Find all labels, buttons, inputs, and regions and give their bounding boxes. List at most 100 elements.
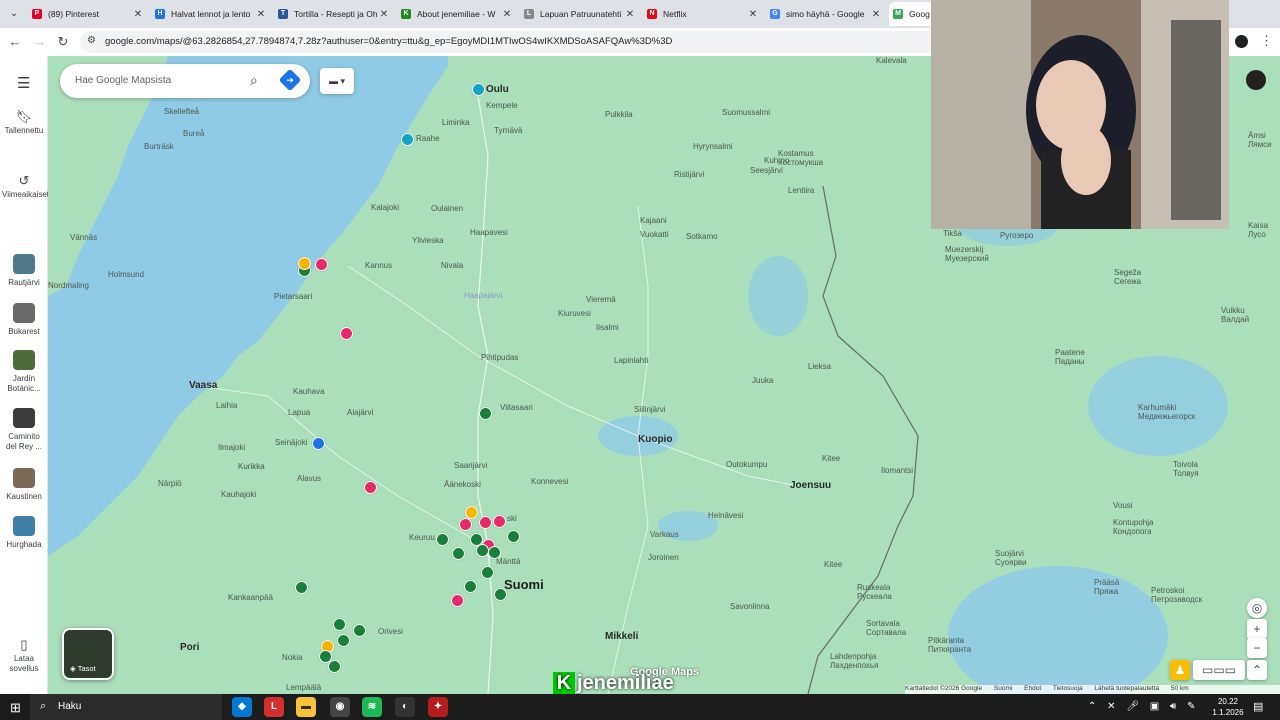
directions-icon[interactable]: ➜ [278, 68, 302, 92]
spotify-icon[interactable]: ≋ [362, 697, 382, 717]
menu-icon[interactable]: ☰ [17, 74, 30, 92]
starred-place-pin[interactable] [465, 506, 478, 519]
street-view-pegman-icon[interactable]: ♟ [1170, 660, 1190, 680]
download-app-button[interactable]: ▯ Lataa sovellus [2, 638, 46, 674]
place-label: Haapajärvi [464, 291, 503, 300]
zoom-in-button[interactable]: + [1247, 619, 1267, 639]
tab-kick[interactable]: K About jenemiliae - W ✕ [397, 2, 517, 26]
saved-place-pin[interactable] [507, 530, 520, 543]
recent-place-rautjarvi[interactable]: Rautjärvi [2, 254, 46, 288]
favorite-place-pin[interactable] [315, 258, 328, 271]
saved-place-pin[interactable] [328, 660, 341, 673]
notifications-icon[interactable]: ▤ [1253, 700, 1263, 713]
privacy-link[interactable]: Tietosuoja [1053, 685, 1083, 692]
close-icon[interactable]: ✕ [255, 9, 267, 20]
recent-place-caminito[interactable]: Caminito del Rey ... [2, 408, 46, 452]
close-icon[interactable]: ✕ [501, 9, 513, 20]
site-info-icon[interactable]: ⚙ [87, 35, 96, 46]
tab-tortilla[interactable]: T Tortilla - Resepti ja Oh ✕ [274, 2, 394, 26]
scale-bar[interactable]: 50 km [1171, 685, 1189, 692]
place-label: Haapavesi [470, 228, 508, 237]
browser-menu-icon[interactable]: ⋮ [1260, 33, 1273, 49]
tab-google-search[interactable]: G simo häyhä - Google ✕ [766, 2, 886, 26]
close-icon[interactable]: ✕ [747, 9, 759, 20]
bookmark-icon: 🔖︎ [15, 109, 33, 124]
recent-place-bukarest[interactable]: Bukarest [2, 303, 46, 337]
favorite-place-pin[interactable] [493, 515, 506, 528]
saved-place-pin[interactable] [337, 634, 350, 647]
reload-icon[interactable]: ↻ [55, 34, 71, 50]
my-location-icon[interactable]: ◎ [1247, 598, 1267, 618]
collapse-panel-button[interactable]: ▬ ▾ [320, 68, 354, 94]
expand-chevron-icon[interactable]: ⌃ [1247, 660, 1267, 680]
app-icon[interactable]: ✦ [428, 697, 448, 717]
saved-place-pin[interactable] [452, 547, 465, 560]
tab-netflix[interactable]: N Netflix ✕ [643, 2, 763, 26]
app-l-icon[interactable]: L [264, 697, 284, 717]
search-icon[interactable]: ⌕ [250, 72, 258, 89]
taskbar-search[interactable]: ⌕ Haku [30, 694, 222, 720]
place-label: Kempele [486, 101, 518, 110]
close-icon[interactable]: ✕ [378, 9, 390, 20]
place-label: Petroskoi Петрозаводск [1151, 586, 1203, 604]
favorite-place-pin[interactable] [364, 481, 377, 494]
search-placeholder[interactable]: Hae Google Mapsista [75, 75, 171, 86]
saved-button[interactable]: 🔖︎ Tallennettu [2, 109, 46, 136]
saved-place-pin[interactable] [464, 580, 477, 593]
saved-place-pin[interactable] [333, 618, 346, 631]
maps-search-box[interactable]: Hae Google Mapsista ⌕ ➜ [60, 64, 310, 98]
favorite-place-pin[interactable] [479, 516, 492, 529]
saved-place-pin[interactable] [312, 437, 325, 450]
profile-avatar[interactable] [1235, 35, 1248, 48]
favorite-place-pin[interactable] [459, 518, 472, 531]
forward-icon[interactable]: → [32, 34, 48, 50]
tab-lapua[interactable]: L Lapuan Patruunatehti ✕ [520, 2, 640, 26]
saved-place-pin[interactable] [401, 133, 414, 146]
saved-place-pin[interactable] [353, 624, 366, 637]
tab-pinterest[interactable]: P (89) Pinterest ✕ [28, 2, 148, 26]
place-label: Kannus [365, 261, 393, 270]
region-link[interactable]: Suomi [994, 685, 1012, 692]
place-label: Burträsk [144, 142, 174, 151]
saved-place-pin[interactable] [436, 533, 449, 546]
system-tray[interactable]: ⌃ ✕ 🎤︎ ▣ 🔊︎ ✎ [1088, 701, 1199, 712]
clock[interactable]: 20.22 1.1.2026 [1208, 696, 1248, 718]
saved-place-pin[interactable] [479, 407, 492, 420]
close-icon[interactable]: ✕ [132, 9, 144, 20]
saved-place-pin[interactable] [476, 544, 489, 557]
recent-button[interactable]: ↺ Viimeaikaiset [2, 174, 49, 200]
close-icon[interactable]: ✕ [870, 9, 882, 20]
starred-place-pin[interactable] [298, 257, 311, 270]
terms-link[interactable]: Ehdot [1024, 685, 1041, 692]
layers-label: ◈ Tasot [70, 664, 96, 673]
recent-place-hurghada[interactable]: Hurghada [2, 516, 46, 550]
obs-icon[interactable]: ◐ [395, 697, 415, 717]
outlook-icon[interactable]: ◆ [232, 697, 252, 717]
saved-place-pin[interactable] [295, 581, 308, 594]
url-text[interactable]: google.com/maps/@63.2826854,27.7894874,7… [105, 36, 672, 47]
back-icon[interactable]: ← [7, 34, 23, 50]
saved-place-pin[interactable] [494, 588, 507, 601]
place-label: Pietarsaari [274, 292, 313, 301]
saved-place-pin[interactable] [481, 566, 494, 579]
recent-place-kaustinen[interactable]: Kaustinen [2, 468, 46, 502]
windows-start-icon[interactable]: ⊞ [10, 700, 21, 716]
copyright-text: Karttatiedot ©2026 Google [905, 685, 983, 692]
favorite-place-pin[interactable] [340, 327, 353, 340]
favorite-place-pin[interactable] [451, 594, 464, 607]
saved-place-pin[interactable] [472, 83, 485, 96]
close-icon[interactable]: ✕ [624, 9, 636, 20]
place-label: Lapinlahti [614, 356, 649, 365]
recent-place-jardin[interactable]: Jardín Botánic... [2, 350, 46, 394]
chrome-icon[interactable]: ◉ [330, 697, 350, 717]
feedback-link[interactable]: Lähetä tuotepalautetta [1094, 685, 1159, 692]
saved-place-pin[interactable] [488, 546, 501, 559]
file-explorer-icon[interactable]: ▬ [296, 697, 316, 717]
zoom-out-button[interactable]: − [1247, 638, 1267, 658]
tab-google-maps[interactable]: M Googl [889, 2, 934, 26]
tab-flights[interactable]: H Halvat lennot ja lento ✕ [151, 2, 271, 26]
layers-button[interactable]: ◈ Tasot [62, 628, 114, 680]
kick-logo: K [553, 672, 575, 695]
tab-search-dropdown[interactable]: ⌄ [6, 6, 22, 22]
map-type-thumbnails[interactable]: ▭▭▭ [1193, 660, 1245, 680]
